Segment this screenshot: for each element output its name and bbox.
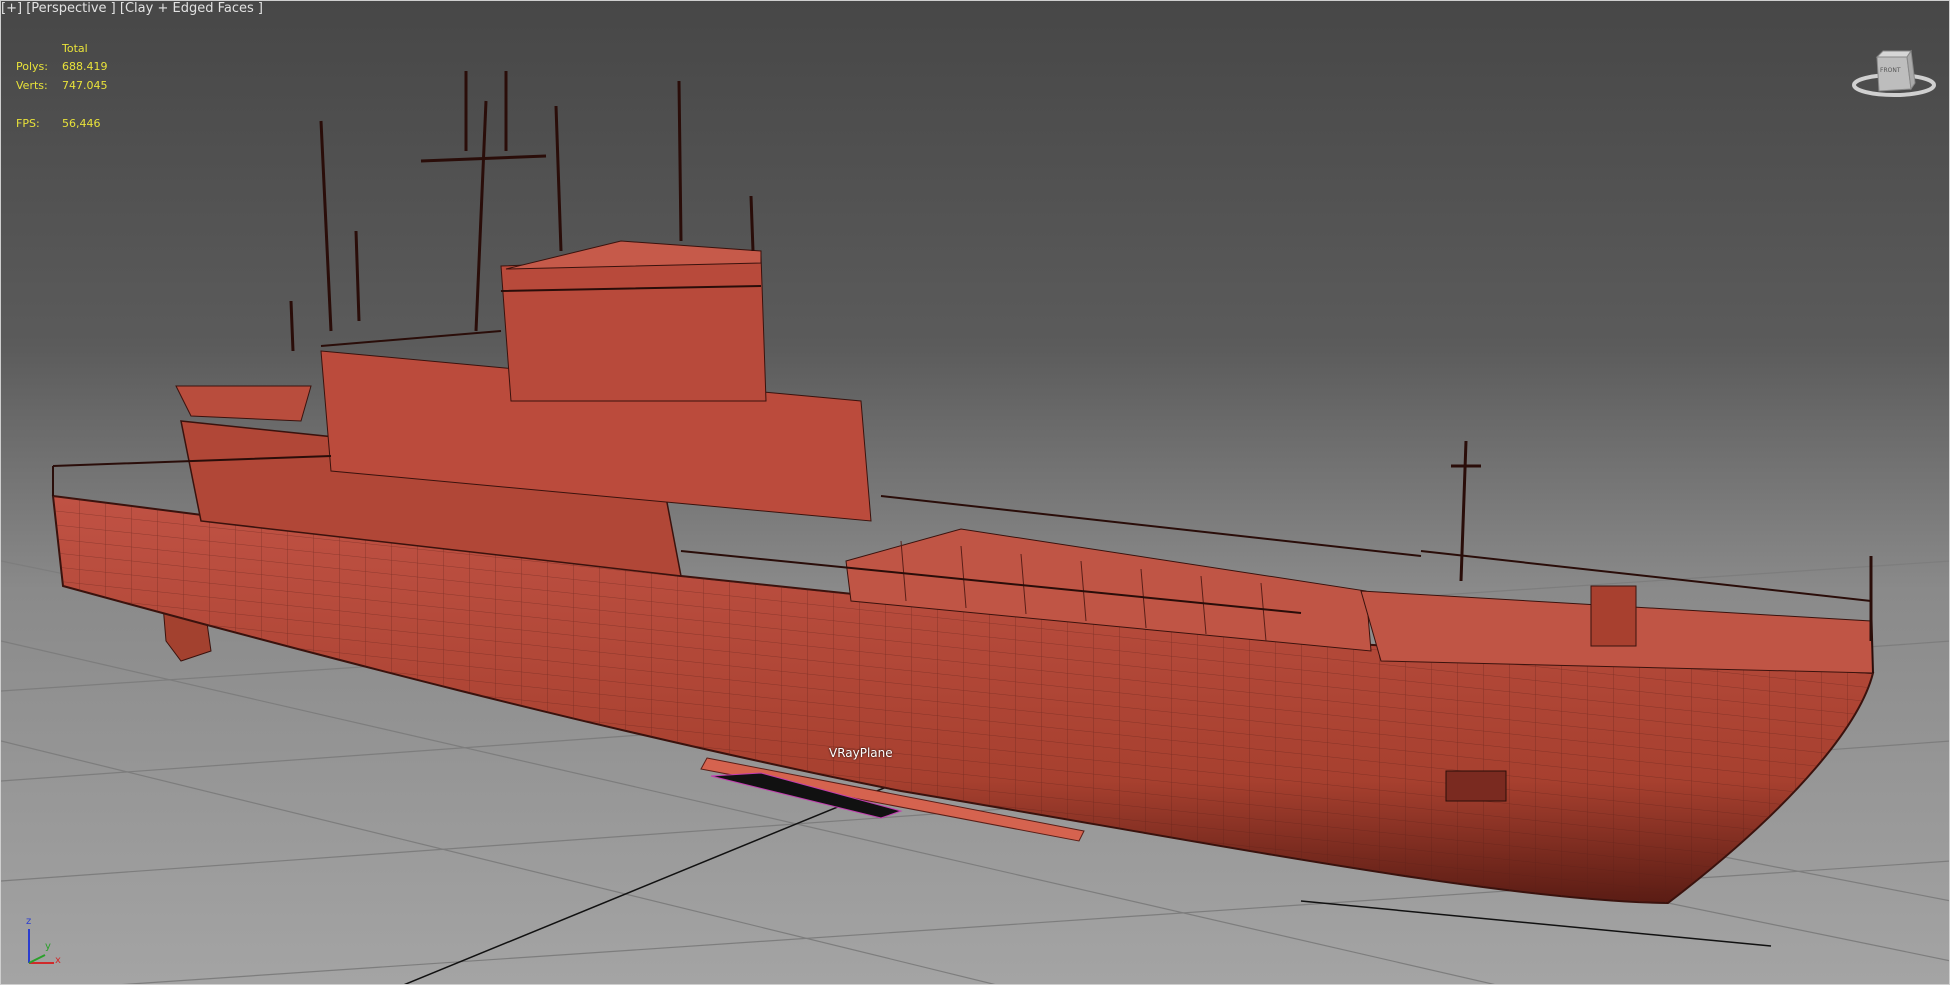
- scene-canvas[interactable]: [1, 1, 1950, 985]
- fps-label: FPS:: [16, 117, 40, 130]
- axis-y-label: y: [45, 941, 51, 952]
- verts-value: 747.045: [62, 79, 108, 92]
- polys-label: Polys:: [16, 60, 48, 73]
- bridge: [500, 255, 767, 402]
- axis-x-label: x: [55, 955, 61, 966]
- axis-z-label: z: [26, 916, 32, 927]
- perspective-viewport[interactable]: [+] [Perspective ] [Clay + Edged Faces ]…: [0, 0, 1950, 985]
- verts-label: Verts:: [16, 79, 48, 92]
- polys-value: 688.419: [62, 60, 108, 73]
- stats-header: Total: [62, 42, 88, 55]
- viewcube[interactable]: FRONT: [1849, 45, 1939, 101]
- vray-plane-label: VRayPlane: [829, 746, 893, 760]
- viewcube-front-face[interactable]: FRONT: [1880, 67, 1901, 74]
- ship-model[interactable]: [51, 71, 1875, 905]
- lifeboat: [175, 385, 312, 422]
- axis-tripod: z y x: [21, 916, 66, 969]
- fps-value: 56,446: [62, 117, 101, 130]
- anchor-pocket: [1445, 770, 1507, 802]
